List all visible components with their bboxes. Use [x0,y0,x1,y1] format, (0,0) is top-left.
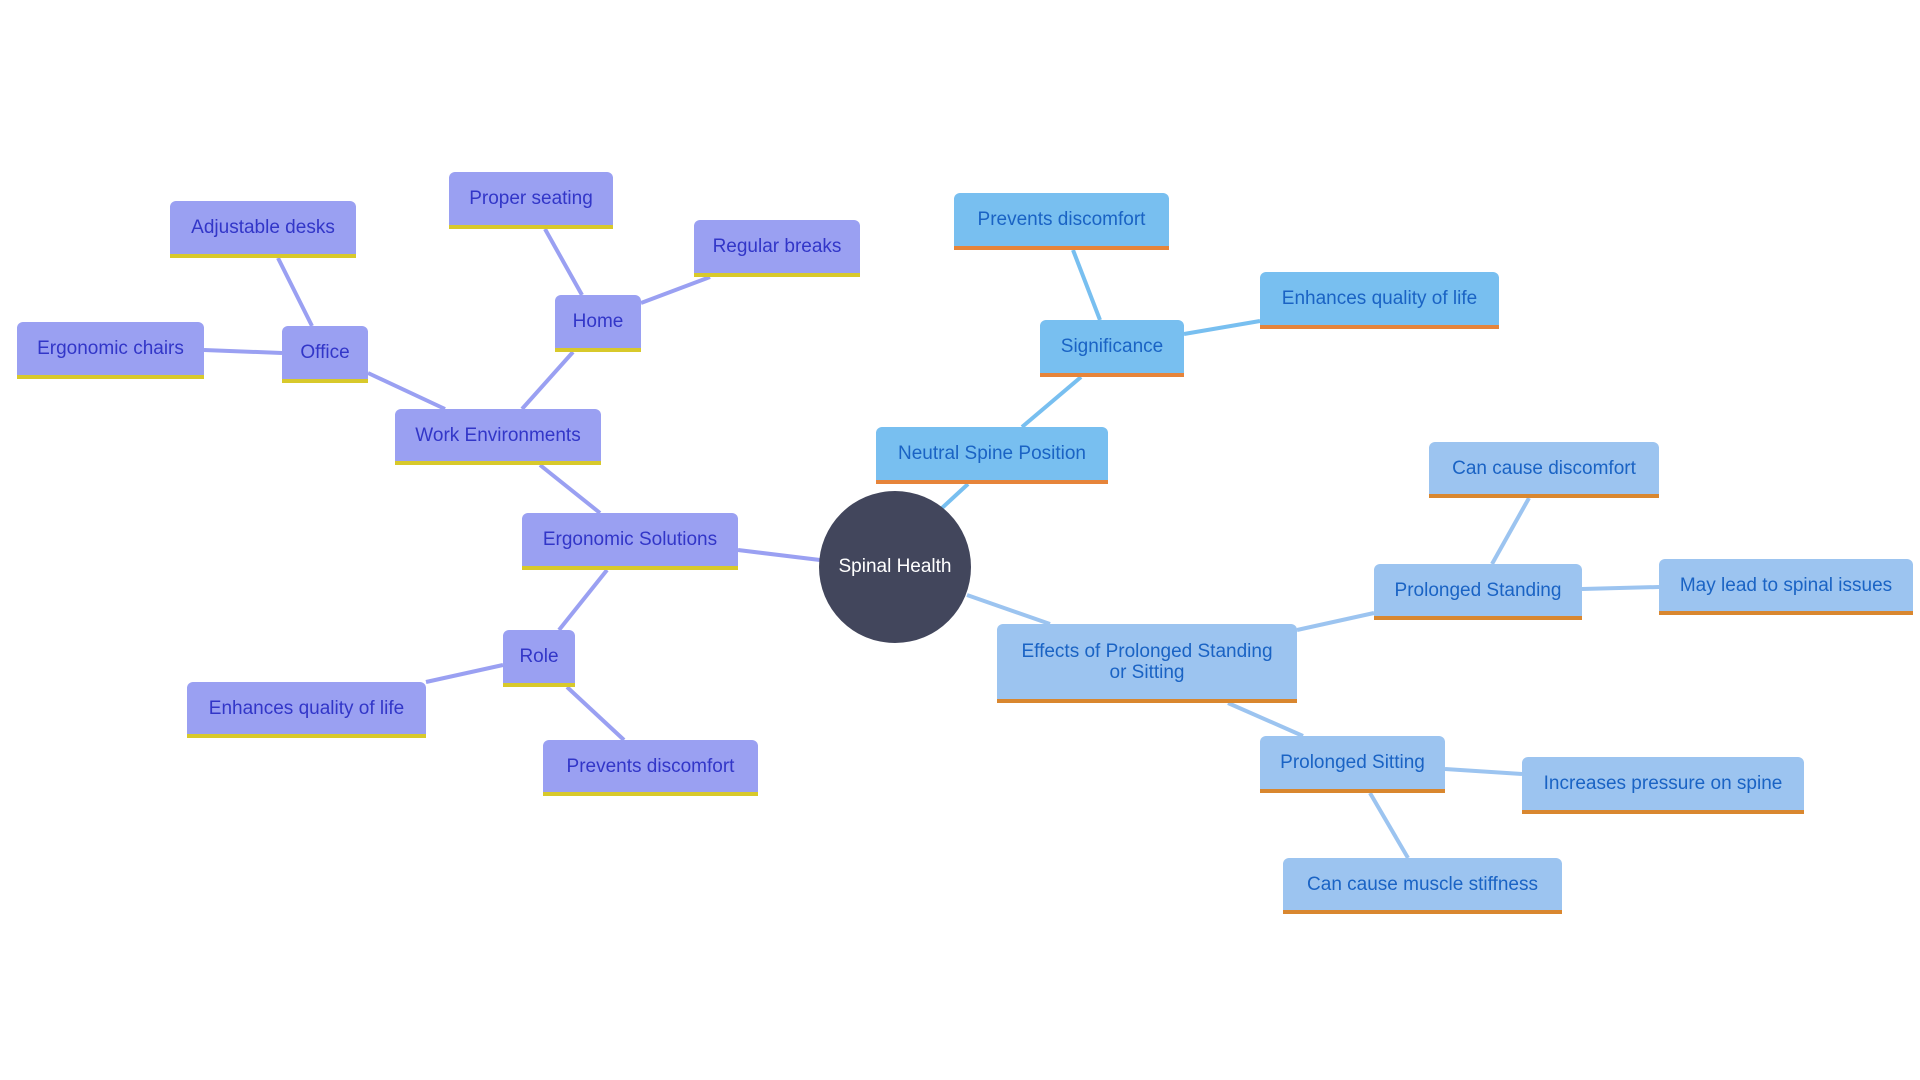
node-label: Effects of Prolonged Standing or Sitting [1021,640,1273,683]
root-label: Spinal Health [838,556,952,577]
node-proper-seating[interactable]: Proper seating [449,172,613,229]
node-office[interactable]: Office [282,326,368,383]
node-label: Role [519,646,559,667]
node-label: May lead to spinal issues [1679,574,1893,596]
node-label: Neutral Spine Position [898,443,1086,464]
node-label: Proper seating [469,188,593,209]
edge-root-neutral-spine [940,482,970,510]
node-label: Adjustable desks [191,217,335,238]
edge-sitting-stiffness [1368,791,1410,860]
node-label: Enhances quality of life [208,697,405,719]
edge-effects-prolonged-standing [1296,611,1375,632]
node-standing-spinal-issues[interactable]: May lead to spinal issues [1659,559,1913,615]
node-significance-prevents-discomfort[interactable]: Prevents discomfort [954,193,1169,250]
node-label: Enhances quality of life [1281,288,1478,309]
node-label: Ergonomic Solutions [542,529,718,550]
node-label: Regular breaks [712,236,842,257]
edge-home-proper-seating [543,228,584,296]
edge-sitting-pressure [1444,767,1523,776]
node-work-environments[interactable]: Work Environments [395,409,601,465]
node-label: Prolonged Sitting [1280,752,1425,773]
root-node-spinal-health[interactable]: Spinal Health [819,491,971,643]
node-label: Significance [1060,336,1164,357]
edge-standing-discomfort [1490,497,1531,565]
edge-role-enhances [425,663,504,684]
node-label: Ergonomic chairs [37,338,184,359]
edge-neutral-spine-significance [1020,375,1083,429]
node-adjustable-desks[interactable]: Adjustable desks [170,201,356,258]
node-regular-breaks[interactable]: Regular breaks [694,220,860,277]
node-label: Increases pressure on spine [1543,773,1783,794]
node-neutral-spine-position[interactable]: Neutral Spine Position [876,427,1108,484]
node-label: Prevents discomfort [977,209,1146,230]
node-sitting-muscle-stiffness[interactable]: Can cause muscle stiffness [1283,858,1562,914]
edge-office-adjustable-desks [276,257,314,327]
node-standing-can-cause-discomfort[interactable]: Can cause discomfort [1429,442,1659,498]
node-sitting-increases-pressure[interactable]: Increases pressure on spine [1522,757,1804,814]
node-role-prevents-discomfort[interactable]: Prevents discomfort [543,740,758,796]
node-label: Prevents discomfort [566,755,735,777]
node-significance-enhances-quality-of-life[interactable]: Enhances quality of life [1260,272,1499,329]
node-role-enhances-quality-of-life[interactable]: Enhances quality of life [187,682,426,738]
node-label: Work Environments [415,424,581,446]
edge-work-environments-office [367,371,446,411]
edge-root-effects [966,593,1051,626]
edge-role-prevents [565,685,626,742]
edge-ergonomic-solutions-work-environments [538,463,602,515]
node-prolonged-standing[interactable]: Prolonged Standing [1374,564,1582,620]
node-label: Prolonged Standing [1394,579,1562,601]
node-role[interactable]: Role [503,630,575,687]
node-home[interactable]: Home [555,295,641,352]
edge-work-environments-home [520,350,575,411]
edge-significance-prevents [1071,249,1102,321]
node-label: Home [572,311,624,332]
edge-root-ergonomic-solutions [737,548,821,562]
edge-effects-prolonged-sitting [1227,701,1304,738]
node-ergonomic-solutions[interactable]: Ergonomic Solutions [522,513,738,570]
node-ergonomic-chairs[interactable]: Ergonomic chairs [17,322,204,379]
node-effects-prolonged-standing-sitting[interactable]: Effects of Prolonged Standing or Sitting [997,624,1297,703]
edge-office-ergonomic-chairs [203,348,283,355]
node-label: Can cause discomfort [1452,457,1636,479]
node-label: Office [300,342,350,363]
edge-standing-issues [1581,585,1660,591]
node-prolonged-sitting[interactable]: Prolonged Sitting [1260,736,1445,793]
node-significance[interactable]: Significance [1040,320,1184,377]
node-label: Can cause muscle stiffness [1307,873,1538,895]
edge-ergonomic-solutions-role [557,568,609,632]
edge-home-regular-breaks [640,275,711,305]
edge-significance-enhances [1183,319,1261,336]
